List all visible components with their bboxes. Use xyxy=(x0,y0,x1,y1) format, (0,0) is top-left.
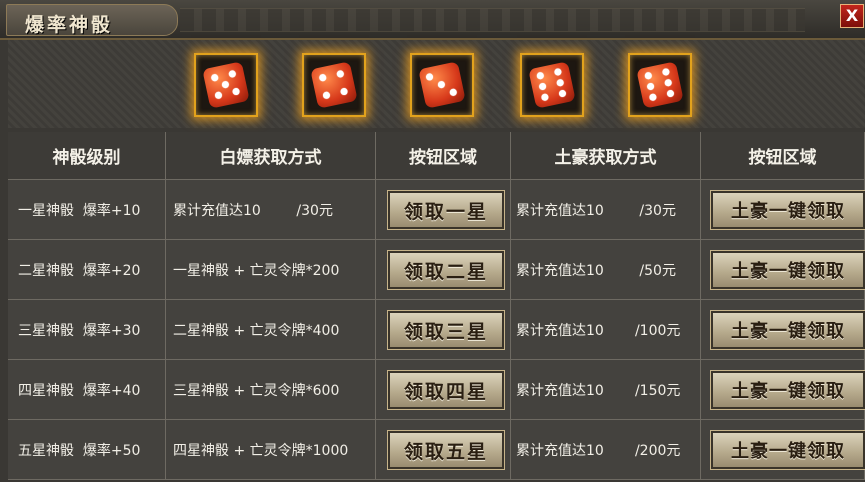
free-method-cell-text: 一星神骰 + 亡灵令牌*200 xyxy=(173,262,340,279)
dice-pip xyxy=(214,91,223,100)
level-cell: 一星神骰 爆率+10 xyxy=(8,180,166,240)
dice-slot-5 xyxy=(628,53,692,117)
window-title: 爆率神骰 xyxy=(25,14,114,36)
level-cell-text: 五星神骰 爆率+50 xyxy=(18,442,141,459)
level-cell: 三星神骰 爆率+30 xyxy=(8,300,166,360)
dice-pip xyxy=(536,71,545,80)
dice-pip xyxy=(558,89,567,98)
header-paid-button-area: 按钮区域 xyxy=(701,132,865,180)
dice-pip xyxy=(538,82,547,91)
header-level: 神骰级别 xyxy=(8,132,166,180)
level-cell-text: 四星神骰 爆率+40 xyxy=(18,382,141,399)
level-cell: 四星神骰 爆率+40 xyxy=(8,360,166,420)
dice-pip xyxy=(318,73,327,82)
claim-star-button[interactable]: 领取一星 xyxy=(387,190,505,230)
dice-pip xyxy=(556,78,565,87)
free-method-cell: 累计充值达10 /30元 xyxy=(166,180,376,240)
claim-star-button[interactable]: 领取二星 xyxy=(387,250,505,290)
level-cell-text: 一星神骰 爆率+10 xyxy=(18,202,141,219)
paid-button-cell: 土豪一键领取 xyxy=(701,180,865,240)
dice-pip xyxy=(666,89,675,98)
paid-method-cell-text: 累计充值达10 /30元 xyxy=(516,202,676,219)
dice-icon xyxy=(310,61,358,109)
tuhao-one-click-claim-button[interactable]: 土豪一键领取 xyxy=(710,310,865,350)
header-paid-method: 土豪获取方式 xyxy=(511,132,701,180)
tuhao-one-click-claim-button[interactable]: 土豪一键领取 xyxy=(710,190,865,230)
dice-pip xyxy=(646,82,655,91)
dice-pip xyxy=(425,72,434,82)
header-free-method: 白嫖获取方式 xyxy=(166,132,376,180)
paid-method-cell: 累计充值达10 /30元 xyxy=(511,180,701,240)
tuhao-one-click-claim-button[interactable]: 土豪一键领取 xyxy=(710,430,865,470)
dice-icon xyxy=(528,61,576,109)
paid-method-cell: 累计充值达10 /100元 xyxy=(511,300,701,360)
dice-pip xyxy=(648,93,658,102)
shen-tou-window: 爆率神骰 X 神骰级别 白嫖获取方式 按钮区域 土豪获取方式 按钮区域 一星神骰 爆率+1… xyxy=(0,0,865,482)
dice-icon xyxy=(636,61,684,109)
dice-pip xyxy=(553,67,563,77)
dice-pip xyxy=(644,71,653,80)
free-button-cell: 领取五星 xyxy=(376,420,511,480)
paid-button-cell: 土豪一键领取 xyxy=(701,420,865,480)
claim-star-button[interactable]: 领取四星 xyxy=(387,370,505,410)
dice-pip xyxy=(540,93,550,102)
paid-button-cell: 土豪一键领取 xyxy=(701,360,865,420)
dice-pip xyxy=(221,80,230,89)
dice-icon xyxy=(418,61,466,109)
free-method-cell: 一星神骰 + 亡灵令牌*200 xyxy=(166,240,376,300)
dice-pip xyxy=(336,69,345,79)
free-method-cell-text: 三星神骰 + 亡灵令牌*600 xyxy=(173,382,340,399)
dice-pip xyxy=(231,87,241,96)
free-method-cell-text: 四星神骰 + 亡灵令牌*1000 xyxy=(173,442,349,459)
dice-icon xyxy=(202,61,250,109)
tuhao-one-click-claim-button[interactable]: 土豪一键领取 xyxy=(710,370,865,410)
paid-button-cell: 土豪一键领取 xyxy=(701,300,865,360)
dice-pip xyxy=(322,91,331,100)
level-cell: 二星神骰 爆率+20 xyxy=(8,240,166,300)
free-button-cell: 领取四星 xyxy=(376,360,511,420)
dice-slot-2 xyxy=(302,53,366,117)
reward-table: 神骰级别 白嫖获取方式 按钮区域 土豪获取方式 按钮区域 一星神骰 爆率+10 累计充值达1… xyxy=(8,132,865,482)
dice-pip xyxy=(228,69,237,79)
dice-pip xyxy=(437,80,446,89)
paid-method-cell-text: 累计充值达10 /50元 xyxy=(516,262,676,279)
paid-method-cell: 累计充值达10 /150元 xyxy=(511,360,701,420)
free-button-cell: 领取二星 xyxy=(376,240,511,300)
dice-slot-1 xyxy=(194,53,258,117)
paid-method-cell: 累计充值达10 /200元 xyxy=(511,420,701,480)
close-button[interactable]: X xyxy=(840,4,864,28)
paid-method-cell-text: 累计充值达10 /150元 xyxy=(516,382,681,399)
claim-star-button[interactable]: 领取三星 xyxy=(387,310,505,350)
dice-pip xyxy=(339,87,349,96)
free-button-cell: 领取一星 xyxy=(376,180,511,240)
header-free-button-area: 按钮区域 xyxy=(376,132,511,180)
dice-slot-4 xyxy=(520,53,584,117)
level-cell: 五星神骰 爆率+50 xyxy=(8,420,166,480)
title-plate: 爆率神骰 xyxy=(6,4,178,36)
dice-pip xyxy=(449,88,458,97)
claim-star-button[interactable]: 领取五星 xyxy=(387,430,505,470)
level-cell-text: 二星神骰 爆率+20 xyxy=(18,262,141,279)
title-bar: 爆率神骰 X xyxy=(0,0,865,40)
paid-method-cell: 累计充值达10 /50元 xyxy=(511,240,701,300)
paid-button-cell: 土豪一键领取 xyxy=(701,240,865,300)
dice-display-area xyxy=(8,40,865,128)
free-method-cell: 三星神骰 + 亡灵令牌*600 xyxy=(166,360,376,420)
free-method-cell-text: 累计充值达10 /30元 xyxy=(173,202,333,219)
paid-method-cell-text: 累计充值达10 /200元 xyxy=(516,442,681,459)
level-cell-text: 三星神骰 爆率+30 xyxy=(18,322,141,339)
free-method-cell: 二星神骰 + 亡灵令牌*400 xyxy=(166,300,376,360)
dice-slot-3 xyxy=(410,53,474,117)
free-button-cell: 领取三星 xyxy=(376,300,511,360)
dice-pip xyxy=(210,73,219,82)
dice-pip xyxy=(661,67,671,77)
paid-method-cell-text: 累计充值达10 /100元 xyxy=(516,322,681,339)
dice-pip xyxy=(664,78,673,87)
tuhao-one-click-claim-button[interactable]: 土豪一键领取 xyxy=(710,250,865,290)
free-method-cell: 四星神骰 + 亡灵令牌*1000 xyxy=(166,420,376,480)
free-method-cell-text: 二星神骰 + 亡灵令牌*400 xyxy=(173,322,340,339)
